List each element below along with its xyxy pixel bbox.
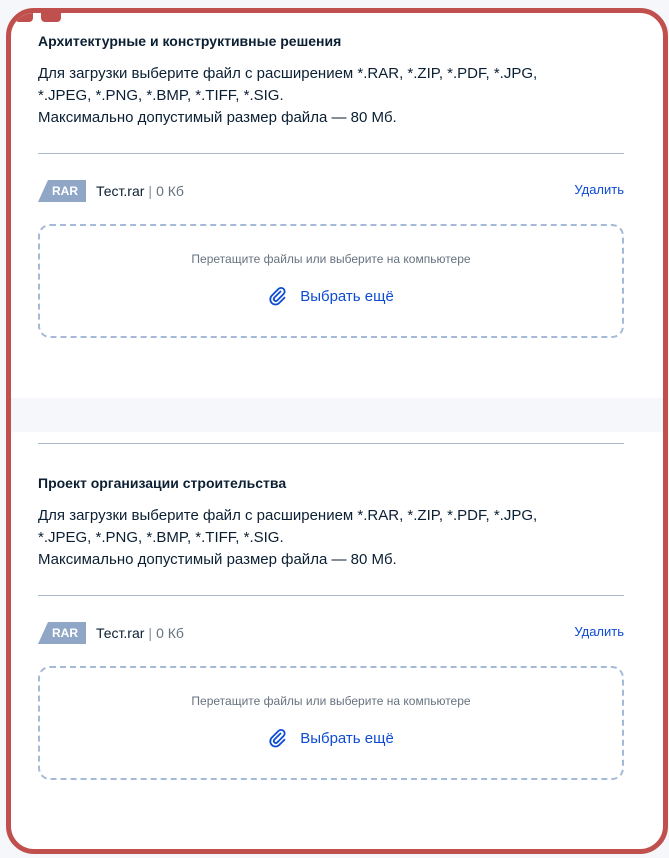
paperclip-icon bbox=[269, 728, 286, 748]
file-dropzone[interactable]: Перетащите файлы или выберите на компьют… bbox=[38, 224, 624, 338]
file-name: Тест.rar bbox=[96, 183, 145, 199]
upload-panel: Архитектурные и конструктивные решения Д… bbox=[6, 8, 668, 854]
file-name: Тест.rar bbox=[96, 625, 145, 641]
section-divider bbox=[38, 153, 624, 154]
upload-section-architecture: Архитектурные и конструктивные решения Д… bbox=[38, 31, 624, 338]
delete-file-link[interactable]: Удалить bbox=[574, 182, 624, 197]
choose-more-label: Выбрать ещё bbox=[300, 729, 394, 747]
file-type-badge-icon: RAR bbox=[38, 622, 86, 644]
file-size: 0 Кб bbox=[156, 625, 184, 641]
paperclip-icon bbox=[269, 286, 286, 306]
uploaded-file-row: RAR Тест.rar | 0 Кб Удалить bbox=[38, 622, 624, 644]
dropzone-hint: Перетащите файлы или выберите на компьют… bbox=[191, 252, 471, 266]
delete-file-link[interactable]: Удалить bbox=[574, 624, 624, 639]
file-separator: | bbox=[148, 625, 153, 641]
section-top-divider bbox=[38, 443, 624, 444]
section-divider bbox=[38, 595, 624, 596]
section-description: Для загрузки выберите файл с расширением… bbox=[38, 65, 538, 126]
section-title: Проект организации строительства bbox=[38, 475, 287, 491]
uploaded-file-row: RAR Тест.rar | 0 Кб Удалить bbox=[38, 180, 624, 202]
file-dropzone[interactable]: Перетащите файлы или выберите на компьют… bbox=[38, 666, 624, 780]
file-size: 0 Кб bbox=[156, 183, 184, 199]
choose-more-button[interactable]: Выбрать ещё bbox=[40, 286, 622, 306]
choose-more-button[interactable]: Выбрать ещё bbox=[40, 728, 622, 748]
file-separator: | bbox=[148, 183, 153, 199]
dropzone-hint: Перетащите файлы или выберите на компьют… bbox=[191, 694, 471, 708]
section-description: Для загрузки выберите файл с расширением… bbox=[38, 507, 538, 568]
section-title: Архитектурные и конструктивные решения bbox=[38, 33, 342, 49]
highlight-corner-marks bbox=[11, 13, 67, 27]
section-gap bbox=[11, 398, 663, 432]
upload-section-construction-organization: Проект организации строительства Для заг… bbox=[38, 473, 624, 780]
choose-more-label: Выбрать ещё bbox=[300, 287, 394, 305]
file-type-badge-icon: RAR bbox=[38, 180, 86, 202]
